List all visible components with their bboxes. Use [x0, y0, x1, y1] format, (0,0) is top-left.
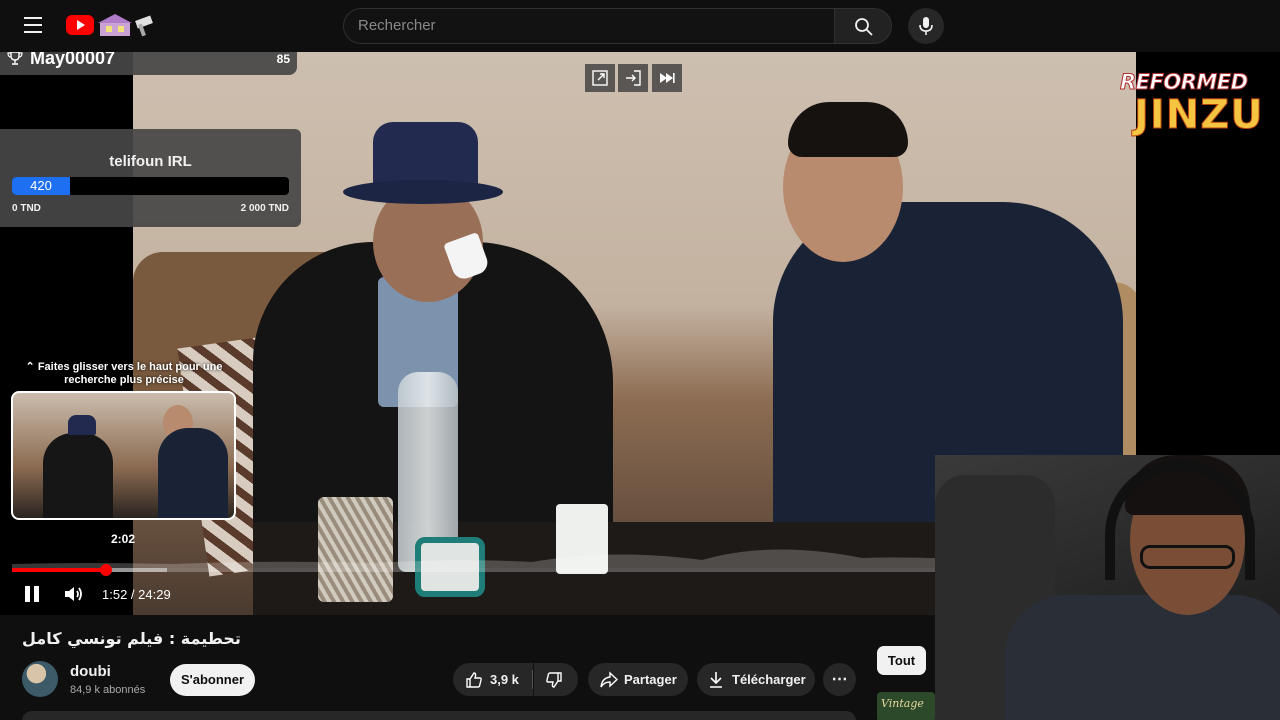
goal-title: telifoun IRL [109, 153, 192, 170]
goal-min-label: 0 TND [12, 203, 41, 214]
skip-next-button[interactable] [652, 64, 682, 92]
channel-avatar[interactable] [22, 661, 58, 697]
search-button[interactable] [834, 8, 892, 44]
microphone-icon [919, 17, 933, 35]
external-link-icon [592, 70, 608, 86]
logo-bottom-text: JINZU [1134, 92, 1264, 139]
youtube-logo[interactable] [66, 15, 94, 35]
pause-button[interactable] [20, 582, 44, 606]
like-count: 3,9 k [490, 672, 519, 687]
streamer-webcam [935, 455, 1280, 720]
download-button[interactable]: Télécharger [697, 663, 815, 696]
goal-max-label: 2 000 TND [240, 203, 289, 214]
login-icon [626, 70, 641, 86]
volume-button[interactable] [62, 582, 86, 606]
subscriber-count: 84,9 k abonnés [70, 684, 146, 696]
seek-preview-thumbnail [11, 391, 236, 520]
like-divider [532, 670, 533, 689]
doodle-logo[interactable] [98, 12, 156, 38]
recommended-video-thumbnail[interactable]: Vintage [877, 692, 935, 720]
progress-played [12, 568, 106, 572]
skip-next-icon [660, 73, 675, 83]
video-title: تحطيمة : فيلم تونسي كامل [22, 629, 241, 648]
viewer-name: May00007 [30, 52, 116, 68]
menu-icon[interactable] [18, 12, 48, 40]
thumbs-down-icon [546, 672, 562, 688]
share-label: Partager [624, 672, 677, 687]
donation-goal: telifoun IRL 420 0 TND 2 000 TND [0, 129, 301, 227]
viewer-count: 85 [276, 52, 290, 66]
search-icon [855, 18, 873, 36]
goal-progress-track: 420 [12, 177, 289, 195]
thumbnail-text: Vintage [881, 697, 924, 710]
more-horizontal-icon: ⋯ [831, 671, 848, 688]
download-icon [710, 672, 722, 688]
description-box[interactable] [22, 711, 856, 720]
channel-name[interactable]: doubi [70, 663, 111, 680]
progress-scrubber[interactable] [100, 564, 112, 576]
logo-top-text: REFORMED [1120, 70, 1249, 95]
share-button[interactable]: Partager [588, 663, 688, 696]
streamer-logo: REFORMED JINZU [1118, 62, 1264, 142]
subscribe-button[interactable]: S'abonner [170, 664, 255, 696]
download-label: Télécharger [732, 672, 806, 687]
viewer-badge: May00007 85 [0, 52, 297, 75]
like-button[interactable]: 3,9 k [453, 663, 533, 696]
miniplayer-button[interactable] [585, 64, 615, 92]
goal-current-value: 420 [30, 178, 52, 193]
volume-icon [65, 587, 82, 601]
preview-hint-text: Faites glisser vers le haut pour une rec… [37, 361, 223, 386]
trophy-icon [7, 52, 23, 65]
thumbs-up-icon [466, 672, 482, 688]
chevron-up-icon: ⌃ [25, 361, 35, 373]
voice-search-button[interactable] [908, 8, 944, 44]
preview-hint: ⌃ Faites glisser vers le haut pour une r… [24, 361, 224, 387]
dislike-button[interactable] [534, 663, 578, 696]
time-display: 1:52 / 24:29 [102, 587, 171, 602]
chip-all[interactable]: Tout [877, 646, 926, 675]
more-actions-button[interactable]: ⋯ [823, 663, 856, 696]
share-icon [600, 671, 619, 688]
top-bar: Rechercher [0, 0, 1280, 52]
enter-button[interactable] [618, 64, 648, 92]
search-input[interactable]: Rechercher [343, 8, 835, 44]
